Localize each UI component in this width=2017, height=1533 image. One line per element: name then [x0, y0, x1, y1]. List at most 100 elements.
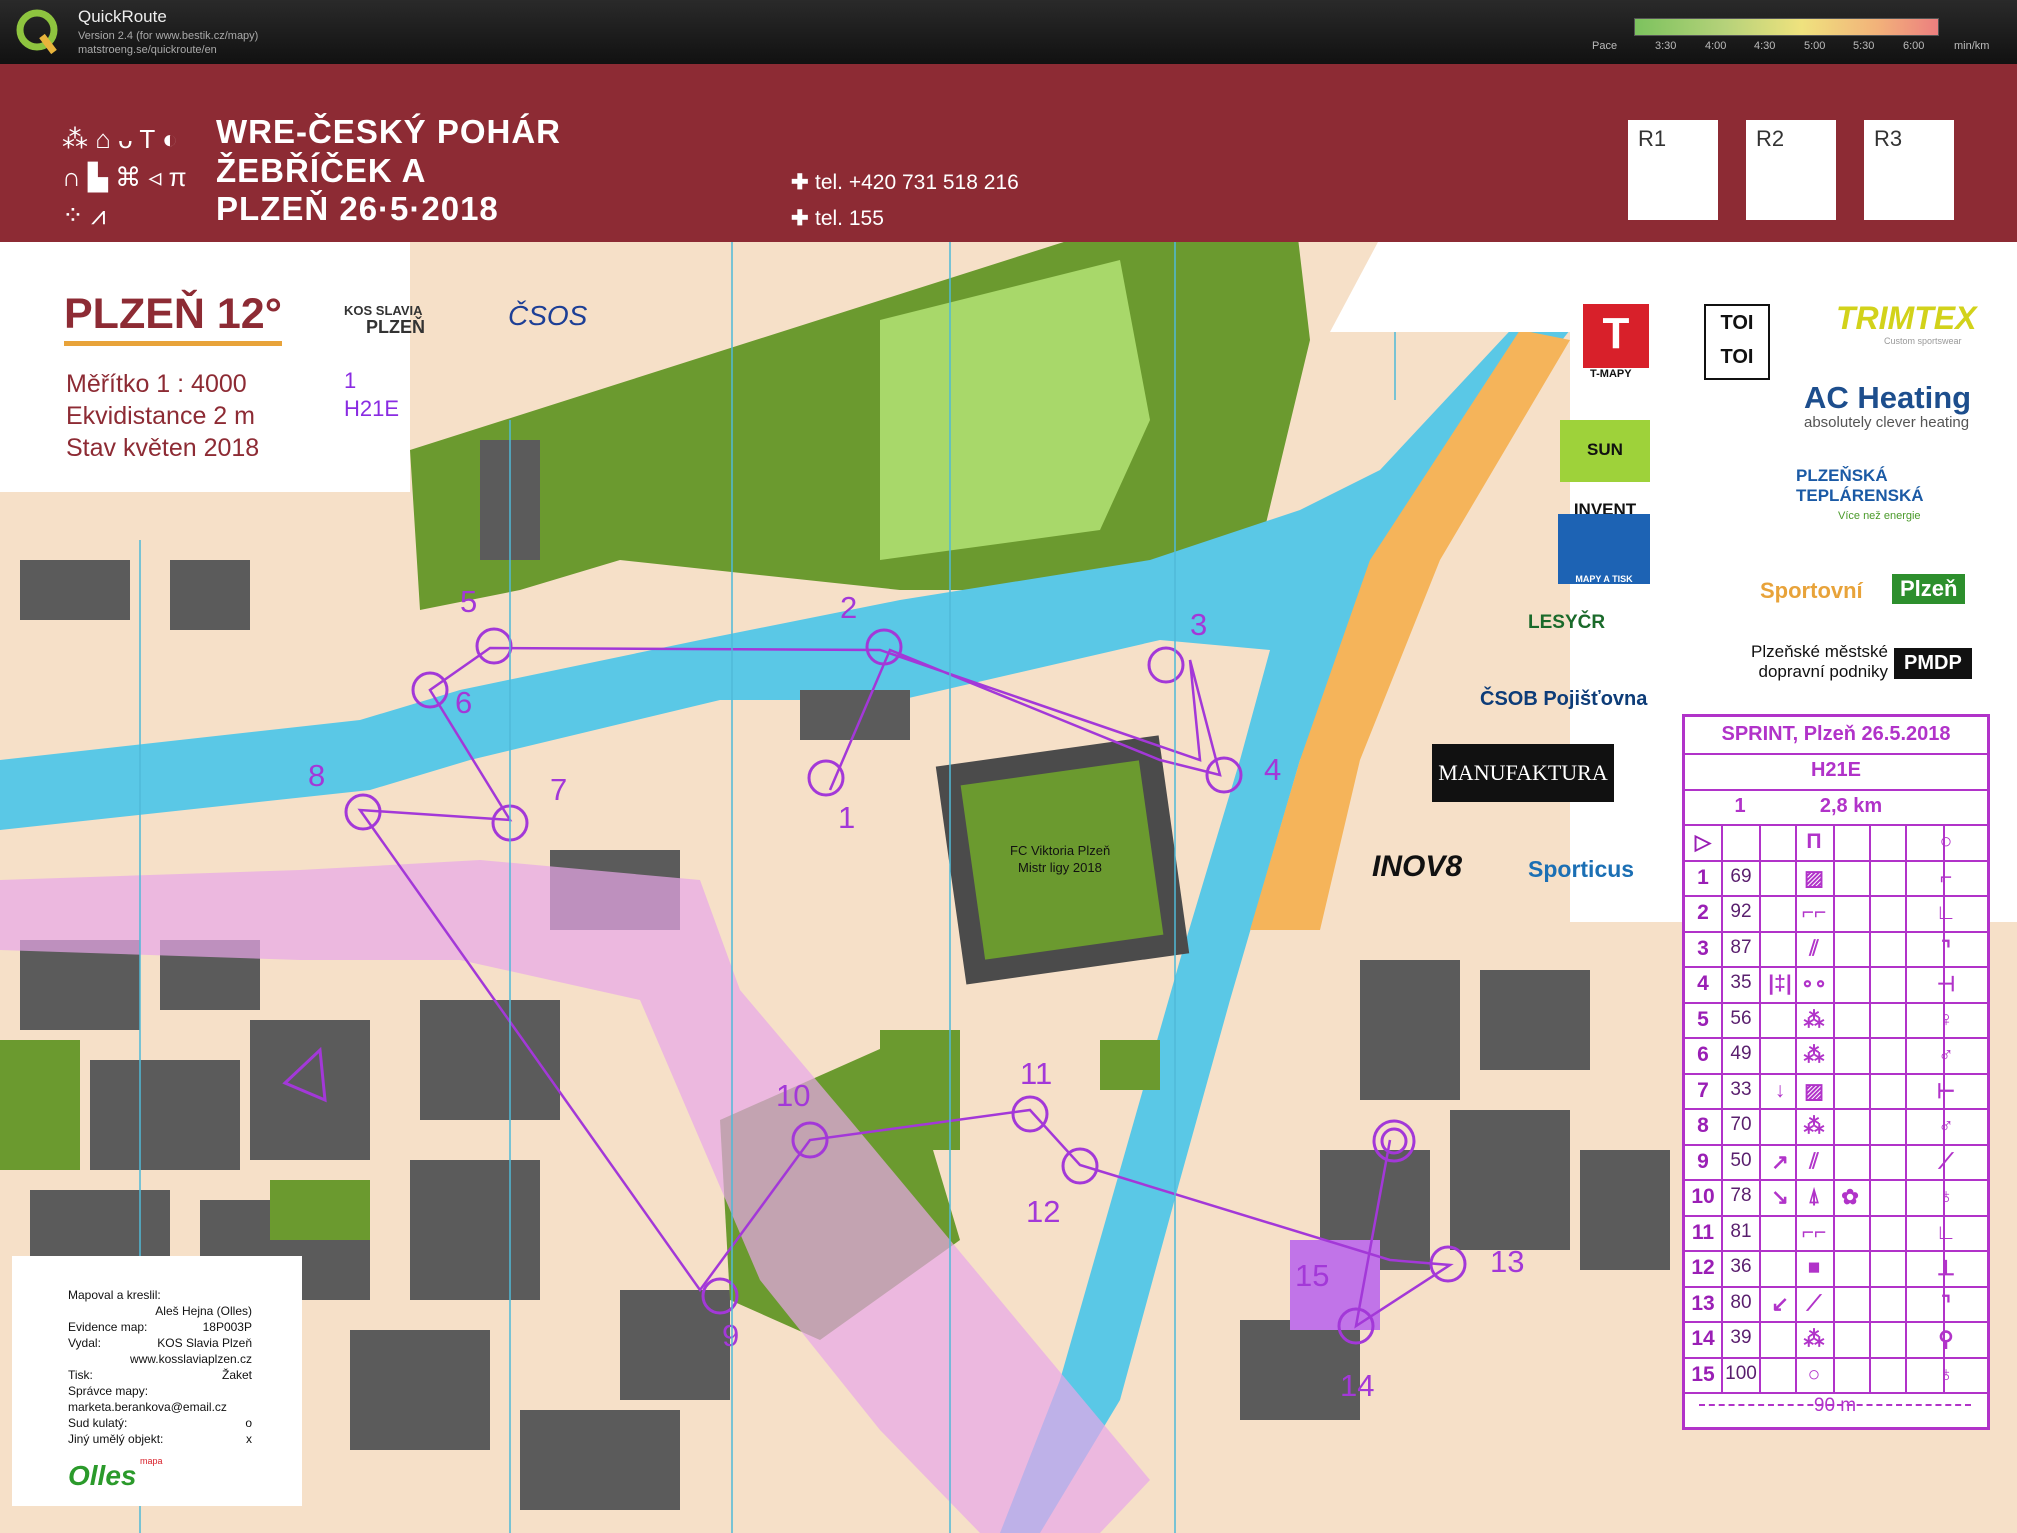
- punch-box-r3: R3: [1864, 120, 1954, 220]
- cd-divider: [1685, 930, 1987, 933]
- map-title: PLZEŇ 12°: [64, 290, 282, 346]
- cd-control-number: 7: [1697, 1078, 1709, 1102]
- control-label: 6: [455, 685, 472, 720]
- cd-column-divider: [1869, 824, 1871, 1392]
- cd-feature-icon: ○: [1807, 1362, 1821, 1386]
- cd-divider: [1685, 789, 1987, 791]
- tmapy-logo: T: [1583, 304, 1649, 368]
- cd-divider: [1685, 1143, 1987, 1146]
- control-label: 5: [460, 584, 477, 619]
- olles-logo: Olles: [68, 1460, 137, 1491]
- cd-location-icon: ♀: [1938, 1007, 1954, 1031]
- tmapy-label: T-MAPY: [1590, 368, 1632, 380]
- event-subtitle: ŽEBŘÍČEK A: [216, 152, 427, 189]
- cd-location-icon: ⌝: [1941, 937, 1951, 961]
- toitoi-logo: TOI TOI: [1704, 304, 1770, 380]
- pmdp-text: Plzeňské městské dopravní podniky: [1751, 642, 1888, 681]
- app-version: Version 2.4 (for www.bestik.cz/mapy): [78, 30, 259, 42]
- cd-control-number: 2: [1697, 901, 1709, 924]
- cd-which-feature: ↗: [1771, 1150, 1789, 1174]
- phone-number: ✚ tel. +420 731 518 216: [791, 171, 1019, 194]
- cd-feature-icon: ⌐⌐: [1801, 901, 1827, 924]
- cd-control-number: 15: [1691, 1362, 1715, 1386]
- pace-label: Pace: [1592, 40, 1618, 52]
- cd-divider: [1685, 1072, 1987, 1075]
- control-label: 2: [840, 590, 857, 625]
- control-label: 3: [1190, 607, 1207, 642]
- cd-control-number: 11: [1691, 1220, 1715, 1244]
- control-label: 15: [1295, 1258, 1329, 1293]
- csos-logo: ČSOS: [508, 300, 588, 331]
- cd-control-number: 8: [1697, 1114, 1709, 1137]
- sportovni-logo: Sportovní: [1760, 578, 1863, 603]
- event-title: WRE-ČESKÝ POHÁR: [216, 113, 562, 150]
- cd-control-code: 35: [1730, 972, 1752, 993]
- credit-label: Správce mapy:: [68, 1384, 149, 1398]
- map-credits: Mapoval a kreslil: Aleš Hejna (Olles) Ev…: [12, 1256, 302, 1506]
- cd-control-code: 56: [1730, 1007, 1752, 1029]
- cd-finish-distance: 90 m: [1813, 1395, 1857, 1416]
- quickroute-titlebar: QuickRoute Version 2.4 (for www.bestik.c…: [0, 0, 2017, 64]
- cd-control-code: 100: [1725, 1362, 1757, 1384]
- plzen-logo: Plzeň: [1892, 574, 1966, 604]
- credit-value: x: [246, 1432, 252, 1446]
- cd-length: 2,8 km: [1819, 795, 1883, 817]
- control-label: 13: [1490, 1244, 1524, 1279]
- credit-value: o: [245, 1416, 252, 1430]
- ac-heating-sub: absolutely clever heating: [1804, 414, 1970, 431]
- cd-which-feature: ↓: [1774, 1078, 1786, 1102]
- control-label: 8: [308, 758, 325, 793]
- cd-divider: [1685, 753, 1987, 755]
- pace-tick: 6:00: [1903, 40, 1925, 52]
- cd-divider: [1685, 1214, 1987, 1217]
- cd-control-number: 1: [1697, 865, 1709, 889]
- credit-label: Sud kulatý:: [68, 1416, 128, 1430]
- csob-logo: ČSOB Pojišťovna: [1480, 688, 1648, 710]
- cd-location-icon: ⌐: [1939, 865, 1953, 889]
- credit-value: KOS Slavia Plzeň: [157, 1336, 252, 1350]
- app-title: QuickRoute: [78, 7, 167, 26]
- cd-column-divider: [1759, 824, 1761, 1392]
- cd-divider: [1685, 966, 1987, 968]
- cd-control-number: 4: [1697, 972, 1709, 995]
- control-description-sheet: SPRINT, Plzeň 26.5.2018 H21E 1 2,8 km ▷ Π…: [1682, 714, 1990, 1430]
- cd-location-icon: ○: [1939, 830, 1953, 853]
- cd-location-icon: ♁: [1938, 1362, 1954, 1386]
- first-aid-icon: ✚: [791, 171, 809, 194]
- cd-feature-icon: ⁂: [1803, 1008, 1825, 1032]
- trimtex-logo: TRIMTEX: [1836, 300, 1977, 336]
- cd-feature-icon: ⍋: [1807, 1185, 1821, 1208]
- cd-divider: [1685, 1285, 1987, 1288]
- cd-column-divider: [1943, 824, 1945, 1392]
- cd-location-icon: ⊥: [1936, 1257, 1956, 1280]
- cd-title: SPRINT, Plzeň 26.5.2018: [1721, 723, 1951, 745]
- control-label: 14: [1340, 1368, 1374, 1403]
- lesycr-logo: LESYČR: [1528, 612, 1606, 633]
- credit-label: Vydal:: [68, 1336, 101, 1350]
- stadium-label: Mistr ligy 2018: [1018, 860, 1102, 875]
- cd-which-feature: ↙: [1771, 1292, 1789, 1316]
- course-class: H21E: [344, 396, 400, 421]
- cd-control-number: 6: [1697, 1043, 1709, 1066]
- teplarenska-sub: Více než energie: [1838, 510, 1921, 522]
- cd-control-number: 9: [1697, 1149, 1709, 1173]
- cd-feature-icon: ⫽: [1809, 1149, 1819, 1173]
- cd-which-feature: |‡|: [1768, 972, 1792, 995]
- control-label: 12: [1026, 1194, 1060, 1229]
- cd-feature-icon: ⁂: [1803, 1044, 1825, 1067]
- pmdp-logo: PMDP: [1894, 648, 1972, 679]
- event-date: PLZEŇ 26·5·2018: [216, 190, 499, 227]
- cd-divider: [1685, 1356, 1987, 1359]
- cd-location-icon: ♂: [1938, 1114, 1954, 1137]
- zakret-logo: MAPY A TISK: [1558, 514, 1650, 584]
- phone-emergency: ✚ tel. 155: [791, 207, 884, 230]
- sporticus-logo: Sporticus: [1528, 856, 1635, 882]
- cd-column-divider: [1905, 824, 1907, 1392]
- cd-location-icon: ⊢: [1936, 1079, 1956, 1103]
- cd-control-code: 78: [1730, 1185, 1752, 1206]
- cd-divider: [1685, 1392, 1987, 1394]
- cd-feature-icon: ∘∘: [1800, 973, 1828, 996]
- credit-label: Jiný umělý objekt:: [68, 1432, 164, 1446]
- cd-feature-icon: ⁂: [1803, 1115, 1825, 1138]
- map-state: Stav květen 2018: [66, 434, 260, 462]
